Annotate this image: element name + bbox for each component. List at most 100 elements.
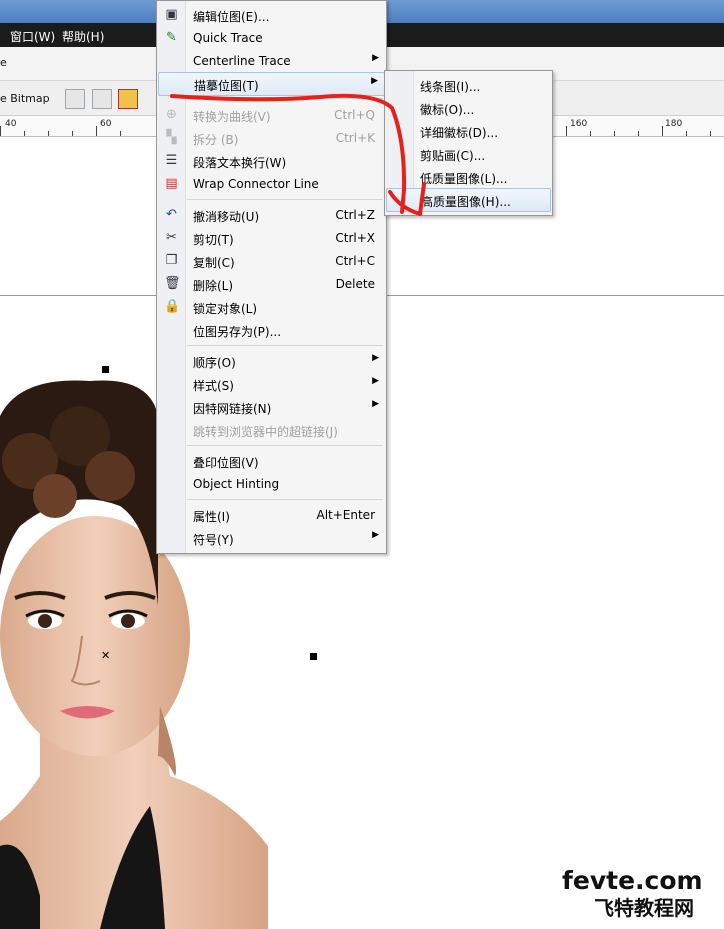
submenu-arrow-icon: ▶ — [372, 399, 379, 409]
menu-shortcut: Delete — [335, 277, 375, 291]
ruler-label: 40 — [5, 119, 17, 129]
menu-item-label: 跳转到浏览器中的超链接(J) — [193, 425, 338, 439]
menu-separator — [187, 199, 383, 200]
trace-bitmap-button[interactable]: e Bitmap — [0, 92, 50, 105]
submenu-item-high-quality-image[interactable]: 高质量图像(H)... — [386, 188, 551, 212]
menu-item-label: 拆分 (B) — [193, 133, 239, 147]
ruler-tick — [96, 126, 97, 136]
menu-item-properties[interactable]: 属性(I) Alt+Enter — [158, 504, 385, 526]
menu-item-quick-trace[interactable]: ✎ Quick Trace — [158, 27, 385, 49]
menu-window[interactable]: 窗口(W) — [10, 28, 55, 45]
menu-item-label: Centerline Trace — [193, 54, 291, 68]
menu-item-text-wrap[interactable]: ☰ 段落文本换行(W) — [158, 150, 385, 172]
submenu-arrow-icon: ▶ — [372, 376, 379, 386]
lock-icon: 🔒 — [164, 299, 181, 314]
menu-item-label: 复制(C) — [193, 256, 235, 270]
submenu-item-logo[interactable]: 徽标(O)... — [386, 97, 551, 119]
menu-item-trace-bitmap[interactable]: 描摹位图(T) ▶ — [158, 72, 385, 96]
menu-item-label: 撤消移动(U) — [193, 210, 260, 224]
selection-handle[interactable] — [102, 366, 109, 373]
menu-item-undo[interactable]: ↶ 撤消移动(U) Ctrl+Z — [158, 204, 385, 226]
menu-help[interactable]: 帮助(H) — [62, 28, 104, 45]
menu-item-order[interactable]: 顺序(O) ▶ — [158, 350, 385, 372]
ruler-tick — [72, 131, 73, 136]
logo-text: fevte.com — [562, 866, 703, 895]
watermark-logo: fevte.com 飞特教程网 — [560, 866, 720, 920]
submenu-arrow-icon: ▶ — [372, 353, 379, 363]
menu-separator — [187, 345, 383, 346]
menu-item-edit-bitmap[interactable]: ▣ 编辑位图(E)... — [158, 4, 385, 26]
menu-item-label: 顺序(O) — [193, 356, 236, 370]
submenu-item-clipart[interactable]: 剪贴画(C)... — [386, 143, 551, 165]
menu-shortcut: Ctrl+Z — [335, 208, 375, 222]
menu-item-break-apart[interactable]: ▚ 拆分 (B) Ctrl+K — [158, 127, 385, 149]
menu-item-wrap-connector[interactable]: ▤ Wrap Connector Line — [158, 173, 385, 195]
menu-item-label: 属性(I) — [193, 510, 230, 524]
ruler-tick — [24, 131, 25, 136]
menu-separator — [187, 98, 383, 99]
menu-item-lock-object[interactable]: 🔒 锁定对象(L) — [158, 296, 385, 318]
ruler-tick — [686, 131, 687, 136]
undo-icon: ↶ — [166, 207, 177, 222]
submenu-arrow-icon: ▶ — [372, 530, 379, 540]
ruler-tick — [0, 126, 1, 136]
scissors-icon: ✂ — [166, 230, 177, 245]
menu-shortcut: Ctrl+X — [335, 231, 375, 245]
menu-item-label: 描摹位图(T) — [194, 79, 259, 93]
rotation-center-icon[interactable]: ✕ — [101, 650, 110, 661]
ruler-tick — [48, 131, 49, 136]
menu-item-label: Object Hinting — [193, 477, 280, 491]
trace-bitmap-submenu: 线条图(I)... 徽标(O)... 详细徽标(D)... 剪贴画(C)... … — [384, 70, 553, 216]
ruler-tick — [710, 131, 711, 136]
submenu-item-low-quality-image[interactable]: 低质量图像(L)... — [386, 166, 551, 188]
copy-icon: ❐ — [165, 253, 178, 268]
menu-item-overprint-bitmap[interactable]: 叠印位图(V) — [158, 450, 385, 472]
ruler-label: 60 — [100, 119, 112, 129]
submenu-item-label: 线条图(I)... — [420, 80, 481, 94]
submenu-item-detailed-logo[interactable]: 详细徽标(D)... — [386, 120, 551, 142]
menu-item-label: Quick Trace — [193, 31, 263, 45]
edit-bitmap-nodes-icon[interactable] — [92, 89, 112, 109]
menu-item-delete[interactable]: 🗑 删除(L) Delete — [158, 273, 385, 295]
selection-handle[interactable] — [310, 653, 317, 660]
ruler-label: 180 — [665, 119, 683, 129]
submenu-item-label: 高质量图像(H)... — [421, 195, 511, 209]
menu-item-label: 删除(L) — [193, 279, 234, 293]
edit-bitmap-icon: ▣ — [165, 7, 178, 22]
menu-item-symbol[interactable]: 符号(Y) ▶ — [158, 527, 385, 549]
menu-item-convert-to-curves[interactable]: ⊕ 转换为曲线(V) Ctrl+Q — [158, 104, 385, 126]
submenu-item-label: 详细徽标(D)... — [420, 126, 499, 140]
bitmap-color-mask-icon[interactable] — [118, 89, 138, 109]
menu-item-jump-hyperlink[interactable]: 跳转到浏览器中的超链接(J) — [158, 419, 385, 441]
menu-shortcut: Ctrl+Q — [334, 108, 375, 122]
menu-item-copy[interactable]: ❐ 复制(C) Ctrl+C — [158, 250, 385, 272]
menu-separator — [187, 499, 383, 500]
menu-item-styles[interactable]: 样式(S) ▶ — [158, 373, 385, 395]
quick-trace-icon: ✎ — [166, 30, 177, 45]
submenu-item-label: 低质量图像(L)... — [420, 172, 508, 186]
text-wrap-icon: ☰ — [165, 153, 178, 168]
menu-item-label: 位图另存为(P)... — [193, 325, 282, 339]
ruler-tick — [638, 131, 639, 136]
menu-item-save-bitmap-as[interactable]: 位图另存为(P)... — [158, 319, 385, 341]
menu-item-label: 因特网链接(N) — [193, 402, 272, 416]
logo-subtext: 飞特教程网 — [594, 896, 694, 920]
submenu-item-label: 剪贴画(C)... — [420, 149, 486, 163]
ruler-tick — [590, 131, 591, 136]
menu-shortcut: Alt+Enter — [316, 508, 375, 522]
menu-item-object-hinting[interactable]: Object Hinting — [158, 473, 385, 495]
context-menu: ▣ 编辑位图(E)... ✎ Quick Trace Centerline Tr… — [156, 0, 387, 554]
menu-item-centerline-trace[interactable]: Centerline Trace ▶ — [158, 50, 385, 72]
submenu-arrow-icon: ▶ — [372, 53, 379, 63]
menu-item-label: 段落文本换行(W) — [193, 156, 287, 170]
menu-item-label: 剪切(T) — [193, 233, 234, 247]
menu-item-label: 编辑位图(E)... — [193, 10, 270, 24]
menu-item-cut[interactable]: ✂ 剪切(T) Ctrl+X — [158, 227, 385, 249]
submenu-item-line-art[interactable]: 线条图(I)... — [386, 74, 551, 96]
ruler-tick — [614, 131, 615, 136]
menu-item-label: Wrap Connector Line — [193, 177, 319, 191]
menu-shortcut: Ctrl+C — [335, 254, 375, 268]
crop-bitmap-icon[interactable] — [65, 89, 85, 109]
menu-item-internet-links[interactable]: 因特网链接(N) ▶ — [158, 396, 385, 418]
menu-shortcut: Ctrl+K — [335, 131, 375, 145]
